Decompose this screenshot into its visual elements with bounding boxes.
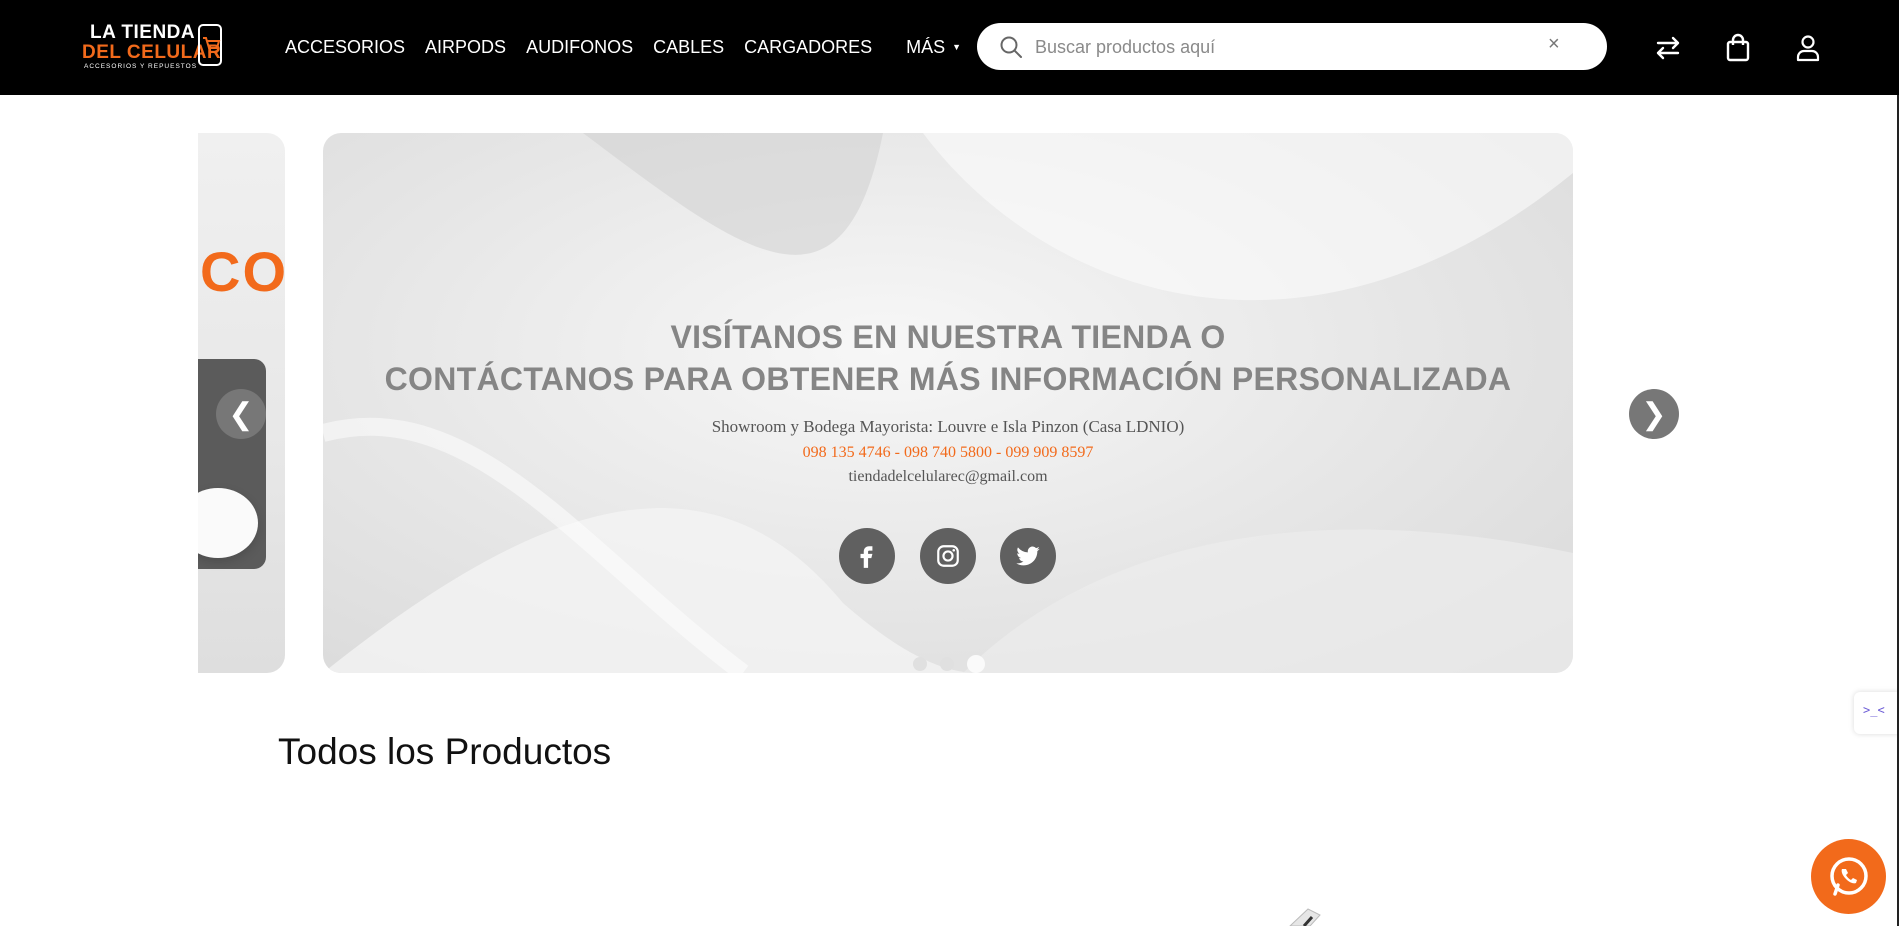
search-input[interactable] xyxy=(1033,33,1537,61)
nav-item-audifonos[interactable]: AUDIFONOS xyxy=(526,37,633,58)
phone-cart-icon xyxy=(198,24,222,66)
facebook-icon xyxy=(860,546,873,568)
twitter-icon xyxy=(1016,546,1040,566)
nav-item-airpods[interactable]: AIRPODS xyxy=(425,37,506,58)
showroom-address: Showroom y Bodega Mayorista: Louvre e Is… xyxy=(711,417,1185,436)
brand-line1: LA TIENDA xyxy=(90,22,196,43)
headline-line2: CONTÁCTANOS PARA OBTENER MÁS INFORMACIÓN… xyxy=(384,361,1512,397)
carousel-active-slide[interactable]: VISÍTANOS EN NUESTRA TIENDA O CONTÁCTANO… xyxy=(323,133,1573,673)
chevron-right-icon: ❯ xyxy=(1641,397,1667,431)
contact-email: tiendadelcelularec@gmail.com xyxy=(848,468,1048,485)
prev-slide-text: CO xyxy=(200,240,285,303)
search-bar: × xyxy=(977,23,1607,70)
code-widget-icon: >_< xyxy=(1863,703,1885,717)
carousel-dots xyxy=(913,655,998,673)
carousel-next-button[interactable]: ❯ xyxy=(1629,389,1679,439)
search-icon[interactable] xyxy=(999,35,1023,59)
twitter-button[interactable] xyxy=(1000,528,1056,584)
whatsapp-button[interactable] xyxy=(1811,839,1886,914)
caret-down-icon: ▼ xyxy=(952,42,962,52)
brand-logo[interactable]: LA TIENDA DEL CELULAR ACCESORIOS Y REPUE… xyxy=(78,22,228,72)
section-title: Todos los Productos xyxy=(278,731,612,772)
user-icon[interactable] xyxy=(1792,32,1824,64)
contact-phones: 098 135 4746 - 098 740 5800 - 099 909 85… xyxy=(802,444,1094,461)
brand-tagline: ACCESORIOS Y REPUESTOS xyxy=(84,63,198,70)
nav-item-accesorios[interactable]: ACCESORIOS xyxy=(285,37,405,58)
instagram-icon xyxy=(937,545,959,567)
nav-item-cargadores[interactable]: CARGADORES xyxy=(744,37,872,58)
instagram-button[interactable] xyxy=(920,528,976,584)
carousel-dot-1[interactable] xyxy=(913,657,927,671)
top-header: LA TIENDA DEL CELULAR ACCESORIOS Y REPUE… xyxy=(0,0,1899,95)
main-nav: ACCESORIOS AIRPODS AUDIFONOS CABLES CARG… xyxy=(285,35,961,59)
whatsapp-icon xyxy=(1829,856,1868,896)
compare-arrows-icon[interactable] xyxy=(1652,32,1684,64)
carousel-dot-3[interactable] xyxy=(967,655,985,673)
slide-headline: VISÍTANOS EN NUESTRA TIENDA O CONTÁCTANO… xyxy=(323,316,1573,400)
clear-search-icon[interactable]: × xyxy=(1548,33,1560,56)
nav-more-label: MÁS xyxy=(906,36,946,57)
product-image-partial xyxy=(1280,897,1340,926)
side-widget-tab[interactable]: >_< xyxy=(1854,692,1899,734)
carousel-dot-2[interactable] xyxy=(940,657,954,671)
chevron-left-icon: ❮ xyxy=(228,397,254,431)
shopping-bag-icon[interactable] xyxy=(1722,32,1754,64)
nav-more-dropdown[interactable]: MÁS ▼ xyxy=(906,37,961,58)
headline-line1: VISÍTANOS EN NUESTRA TIENDA O xyxy=(670,319,1226,355)
facebook-button[interactable] xyxy=(839,528,895,584)
slide-background-curves xyxy=(323,133,1573,673)
nav-item-cables[interactable]: CABLES xyxy=(653,37,724,58)
carousel-prev-button[interactable]: ❮ xyxy=(216,389,266,439)
